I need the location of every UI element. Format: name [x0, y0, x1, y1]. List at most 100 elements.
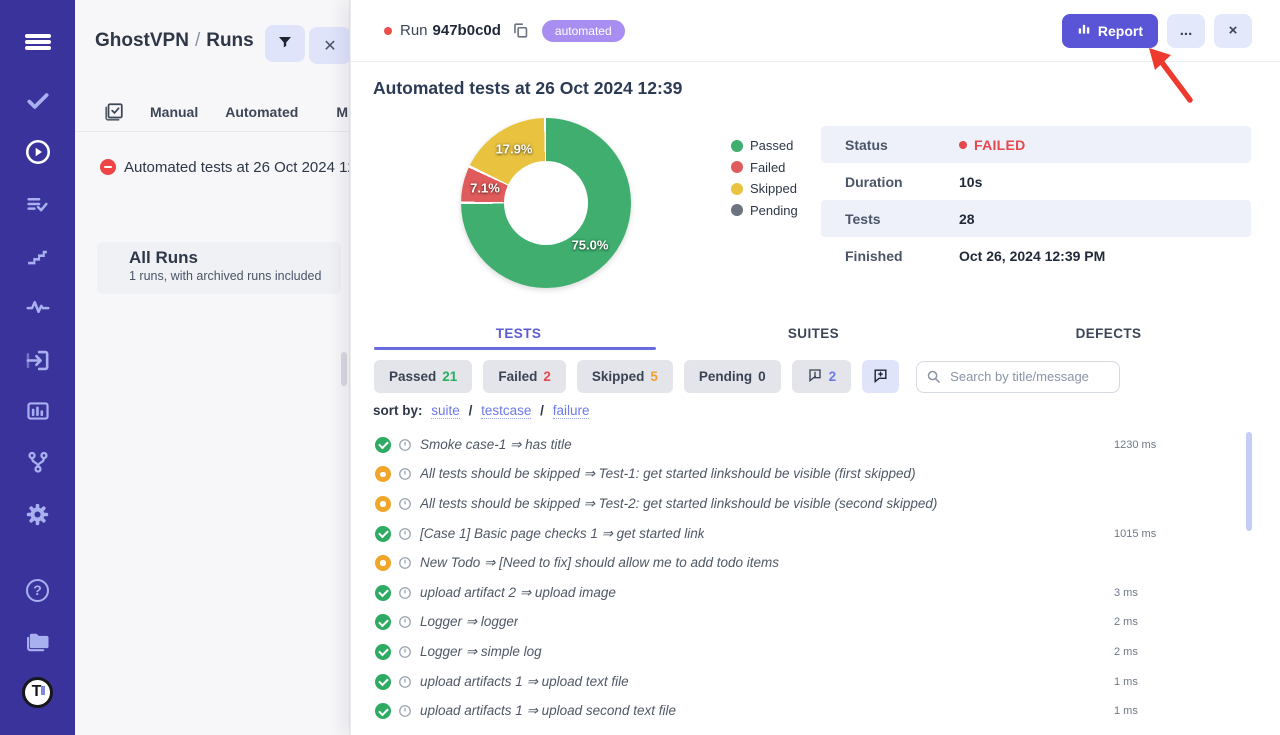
- test-row[interactable]: All tests should be skipped ⇒ Test-2: ge…: [375, 489, 1260, 519]
- tab-defects[interactable]: DEFECTS: [961, 320, 1256, 353]
- test-row[interactable]: Logger ⇒ simple log 2 ms: [375, 637, 1260, 667]
- test-plans-icon[interactable]: [18, 185, 58, 225]
- filter-skipped-button[interactable]: Skipped5: [577, 360, 673, 393]
- skipped-status-icon: [375, 496, 391, 512]
- tab-third-truncated[interactable]: M: [336, 104, 348, 120]
- clear-filter-button[interactable]: ✕: [309, 27, 350, 64]
- donut-label-passed: 75.0%: [572, 238, 609, 253]
- test-title: Smoke case-1 ⇒ has title: [420, 437, 572, 453]
- branch-icon[interactable]: [18, 442, 58, 482]
- runs-list-panel: GhostVPN/Runs ✕ Manual Automated M Autom…: [75, 0, 350, 735]
- failed-run-icon: [100, 159, 116, 175]
- import-icon[interactable]: [18, 340, 58, 380]
- tab-suites[interactable]: SUITES: [666, 320, 961, 353]
- duration-value: 10s: [959, 174, 982, 190]
- copy-run-id-button[interactable]: [511, 21, 530, 40]
- settings-gear-icon[interactable]: [18, 494, 58, 534]
- test-list-scrollbar[interactable]: [1246, 432, 1252, 531]
- finished-value: Oct 26, 2024 12:39 PM: [959, 248, 1105, 264]
- stat-row-finished: Finished Oct 26, 2024 12:39 PM: [821, 237, 1251, 274]
- test-list: Smoke case-1 ⇒ has title 1230 ms All tes…: [375, 430, 1260, 726]
- run-list-item[interactable]: Automated tests at 26 Oct 2024 12:39: [75, 152, 350, 182]
- test-row[interactable]: upload artifacts 1 ⇒ upload second text …: [375, 696, 1260, 726]
- status-value: FAILED: [959, 137, 1026, 153]
- menu-icon[interactable]: [18, 22, 58, 62]
- clock-icon: [398, 438, 412, 452]
- sort-by-suite[interactable]: suite: [431, 403, 460, 419]
- legend-item-failed[interactable]: Failed: [731, 157, 798, 179]
- skipped-status-icon: [375, 555, 391, 571]
- test-row[interactable]: New Todo ⇒ [Need to fix] should allow me…: [375, 548, 1260, 578]
- all-runs-card[interactable]: All Runs 1 runs, with archived runs incl…: [97, 242, 341, 294]
- search-input[interactable]: [916, 361, 1120, 393]
- test-duration: 1015 ms: [1114, 528, 1156, 540]
- filter-failed-button[interactable]: Failed2: [483, 360, 566, 393]
- tests-check-icon[interactable]: [18, 81, 58, 121]
- test-row[interactable]: upload artifacts 1 ⇒ upload text file 1 …: [375, 667, 1260, 697]
- projects-folder-icon[interactable]: [18, 622, 58, 662]
- analytics-pulse-icon[interactable]: [18, 287, 58, 327]
- test-title: upload artifacts 1 ⇒ upload text file: [420, 674, 629, 690]
- sort-by-testcase[interactable]: testcase: [481, 403, 531, 419]
- passed-status-icon: [375, 703, 391, 719]
- sort-by-failure[interactable]: failure: [553, 403, 590, 419]
- tab-manual[interactable]: Manual: [150, 104, 198, 120]
- select-all-icon[interactable]: [103, 101, 125, 123]
- left-panel-scrollbar[interactable]: [341, 352, 347, 386]
- clock-icon: [398, 556, 412, 570]
- clock-icon: [398, 645, 412, 659]
- legend-label: Skipped: [750, 181, 797, 196]
- app-logo[interactable]: T: [18, 672, 58, 712]
- legend-item-pending[interactable]: Pending: [731, 200, 798, 222]
- report-button[interactable]: Report: [1062, 14, 1158, 48]
- legend-item-passed[interactable]: Passed: [731, 135, 798, 157]
- tab-automated[interactable]: Automated: [225, 104, 298, 120]
- comment-plus-icon: [872, 367, 889, 387]
- stat-label: Duration: [821, 174, 959, 190]
- stat-row-duration: Duration 10s: [821, 163, 1251, 200]
- breadcrumb-project[interactable]: GhostVPN: [95, 30, 189, 51]
- filter-comments-button[interactable]: 2: [792, 360, 852, 393]
- stat-row-tests: Tests 28: [821, 200, 1251, 237]
- runs-play-icon[interactable]: [18, 132, 58, 172]
- filter-passed-button[interactable]: Passed21: [374, 360, 472, 393]
- comments-count: 2: [829, 369, 837, 384]
- add-comment-button[interactable]: [862, 360, 899, 393]
- legend-label: Passed: [750, 138, 793, 153]
- milestones-stairs-icon[interactable]: [18, 236, 58, 276]
- failed-dot: [731, 161, 743, 173]
- ellipsis-icon: ...: [1180, 22, 1193, 39]
- reports-chart-icon[interactable]: [18, 391, 58, 431]
- breadcrumb-section: Runs: [206, 30, 254, 51]
- test-filter-row: Passed21 Failed2 Skipped5 Pending0 2: [374, 360, 1120, 393]
- clock-icon: [398, 704, 412, 718]
- passed-dot: [731, 140, 743, 152]
- more-actions-button[interactable]: ...: [1167, 14, 1205, 48]
- test-row[interactable]: [Case 1] Basic page checks 1 ⇒ get start…: [375, 519, 1260, 549]
- clock-icon: [398, 497, 412, 511]
- test-row[interactable]: Smoke case-1 ⇒ has title 1230 ms: [375, 430, 1260, 460]
- test-title: All tests should be skipped ⇒ Test-1: ge…: [420, 466, 916, 482]
- close-icon: ×: [1229, 22, 1238, 39]
- run-type-badge: automated: [542, 20, 625, 42]
- filter-pending-button[interactable]: Pending0: [684, 360, 781, 393]
- run-status-dot: [384, 27, 392, 35]
- donut-label-skipped: 17.9%: [496, 142, 533, 157]
- filter-button[interactable]: [265, 25, 305, 62]
- search-wrap: [916, 361, 1120, 393]
- test-title: [Case 1] Basic page checks 1 ⇒ get start…: [420, 526, 704, 542]
- stat-row-status: Status FAILED: [821, 126, 1251, 163]
- help-icon[interactable]: ?: [18, 570, 58, 610]
- app-sidebar: ? T: [0, 0, 75, 735]
- active-tab-underline: [374, 347, 656, 350]
- test-title: All tests should be skipped ⇒ Test-2: ge…: [420, 496, 937, 512]
- test-title: upload artifacts 1 ⇒ upload second text …: [420, 703, 676, 719]
- close-run-button[interactable]: ×: [1214, 14, 1252, 48]
- test-row[interactable]: upload artifact 2 ⇒ upload image 3 ms: [375, 578, 1260, 608]
- test-duration: 1230 ms: [1114, 439, 1156, 451]
- test-row[interactable]: All tests should be skipped ⇒ Test-1: ge…: [375, 460, 1260, 490]
- run-detail-header: Run 947b0c0d automated Report ... ×: [351, 0, 1280, 62]
- all-runs-title: All Runs: [129, 248, 341, 268]
- legend-item-skipped[interactable]: Skipped: [731, 178, 798, 200]
- test-row[interactable]: Logger ⇒ logger 2 ms: [375, 608, 1260, 638]
